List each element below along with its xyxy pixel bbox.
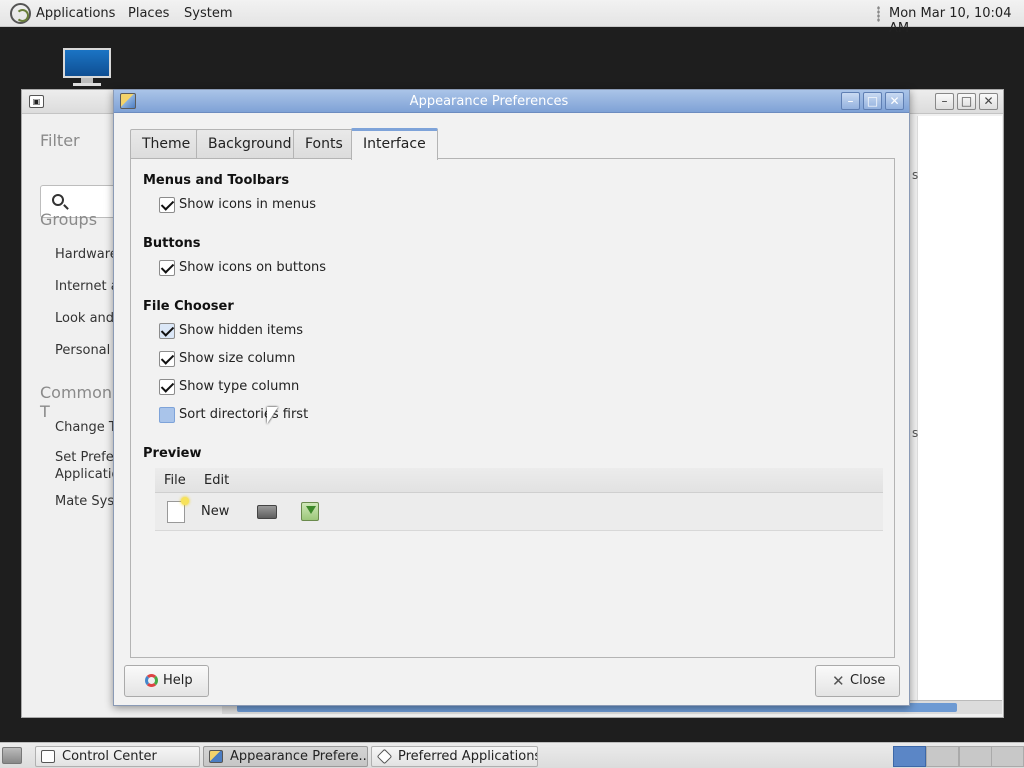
show-hidden-items-checkbox[interactable] (159, 323, 175, 339)
show-size-column-label[interactable]: Show size column (179, 351, 295, 366)
workspace-4[interactable] (991, 746, 1024, 767)
preferred-apps-icon (376, 748, 393, 765)
preview-edit-menu[interactable]: Edit (204, 473, 229, 488)
minimize-button[interactable]: – (841, 92, 860, 110)
dialog-title: Appearance Preferences (409, 94, 569, 109)
show-icons-in-menus-checkbox[interactable] (159, 197, 175, 213)
control-center-icon (41, 750, 55, 763)
show-hidden-items-label[interactable]: Show hidden items (179, 323, 303, 338)
tab-background[interactable]: Background (196, 129, 304, 159)
task-control-center[interactable]: Control Center (35, 746, 200, 767)
menus-toolbars-heading: Menus and Toolbars (143, 173, 290, 188)
show-type-column-checkbox[interactable] (159, 379, 175, 395)
help-button[interactable]: Help (124, 665, 209, 697)
show-size-column-checkbox[interactable] (159, 351, 175, 367)
task-label: Control Center (62, 749, 157, 764)
tab-interface[interactable]: Interface (351, 128, 438, 160)
save-download-icon[interactable] (301, 502, 319, 521)
help-icon (145, 674, 158, 687)
control-center-sidebar: Filter Groups Hardware Internet a Look a… (22, 115, 160, 715)
tab-theme[interactable]: Theme (130, 129, 203, 159)
workspace-1[interactable] (893, 746, 926, 767)
group-hardware[interactable]: Hardware (55, 247, 118, 262)
computer-desktop-icon[interactable] (63, 48, 113, 88)
task-label: Appearance Prefere... (230, 749, 368, 764)
show-icons-on-buttons-label[interactable]: Show icons on buttons (179, 260, 326, 275)
maximize-button[interactable]: □ (863, 92, 882, 110)
top-panel: Applications Places System Mon Mar 10, 1… (0, 0, 1024, 36)
dialog-titlebar[interactable]: Appearance Preferences – □ ✕ (114, 90, 909, 113)
sort-directories-first-label[interactable]: Sort directories first (179, 407, 308, 422)
new-document-icon[interactable] (167, 497, 189, 523)
file-chooser-heading: File Chooser (143, 299, 234, 314)
close-button[interactable]: ✕ (979, 93, 998, 110)
clock[interactable]: Mon Mar 10, 10:04 AM (889, 6, 1024, 36)
filter-heading: Filter (40, 131, 80, 150)
common-change-theme[interactable]: Change T (55, 420, 117, 435)
content-text-fragment: s (912, 426, 919, 440)
control-center-app-icon: ▣ (29, 95, 44, 108)
show-icons-in-menus-label[interactable]: Show icons in menus (179, 197, 316, 212)
show-icons-on-buttons-checkbox[interactable] (159, 260, 175, 276)
applications-menu[interactable]: Applications (36, 6, 115, 21)
group-personal[interactable]: Personal (55, 343, 110, 358)
preview-file-menu[interactable]: File (164, 473, 186, 488)
mouse-pointer-icon (267, 407, 278, 424)
control-center-content (917, 116, 1002, 701)
content-text-fragment: s (912, 168, 919, 182)
common-set-preferred-apps[interactable]: Set Prefer Applicatio (55, 449, 119, 483)
monitor-screen (63, 48, 111, 78)
open-folder-icon[interactable] (257, 505, 277, 519)
help-button-label: Help (163, 673, 193, 688)
bottom-taskbar: Control Center Appearance Prefere... Pre… (0, 742, 1024, 768)
preview-toolbar: New (155, 493, 883, 531)
show-type-column-label[interactable]: Show type column (179, 379, 299, 394)
appearance-preferences-dialog: Appearance Preferences – □ ✕ Theme Backg… (113, 89, 910, 706)
task-preferred-applications[interactable]: Preferred Applications (371, 746, 538, 767)
tab-fonts[interactable]: Fonts (293, 129, 355, 159)
close-button-label: Close (850, 673, 886, 688)
sort-directories-first-checkbox[interactable] (159, 407, 175, 423)
common-tasks-heading: Common T (40, 383, 113, 421)
close-icon: ✕ (832, 672, 845, 690)
groups-heading: Groups (40, 210, 98, 229)
places-menu[interactable]: Places (128, 6, 169, 21)
close-dialog-button[interactable]: ✕ Close (815, 665, 900, 697)
workspace-3[interactable] (959, 746, 992, 767)
maximize-button[interactable]: □ (957, 93, 976, 110)
common-mate-system[interactable]: Mate Syst (55, 494, 119, 509)
mate-logo-icon[interactable] (10, 3, 31, 24)
preview-heading: Preview (143, 446, 202, 461)
panel-separator-handle[interactable] (877, 6, 880, 22)
show-desktop-button[interactable] (2, 747, 22, 764)
system-menu[interactable]: System (184, 6, 232, 21)
search-icon (52, 194, 64, 206)
task-label: Preferred Applications (398, 749, 538, 764)
appearance-icon (209, 750, 223, 763)
workspace-2[interactable] (926, 746, 959, 767)
group-internet[interactable]: Internet a (55, 279, 119, 294)
task-appearance-preferences[interactable]: Appearance Prefere... (203, 746, 368, 767)
group-look-and-feel[interactable]: Look and (55, 311, 114, 326)
preview-new-label[interactable]: New (201, 504, 229, 519)
buttons-heading: Buttons (143, 236, 201, 251)
preview-menubar: File Edit (155, 468, 883, 493)
close-button[interactable]: ✕ (885, 92, 904, 110)
minimize-button[interactable]: – (935, 93, 954, 110)
interface-tab-panel: Menus and Toolbars Show icons in menus B… (130, 158, 895, 658)
monitor-base (73, 83, 101, 86)
